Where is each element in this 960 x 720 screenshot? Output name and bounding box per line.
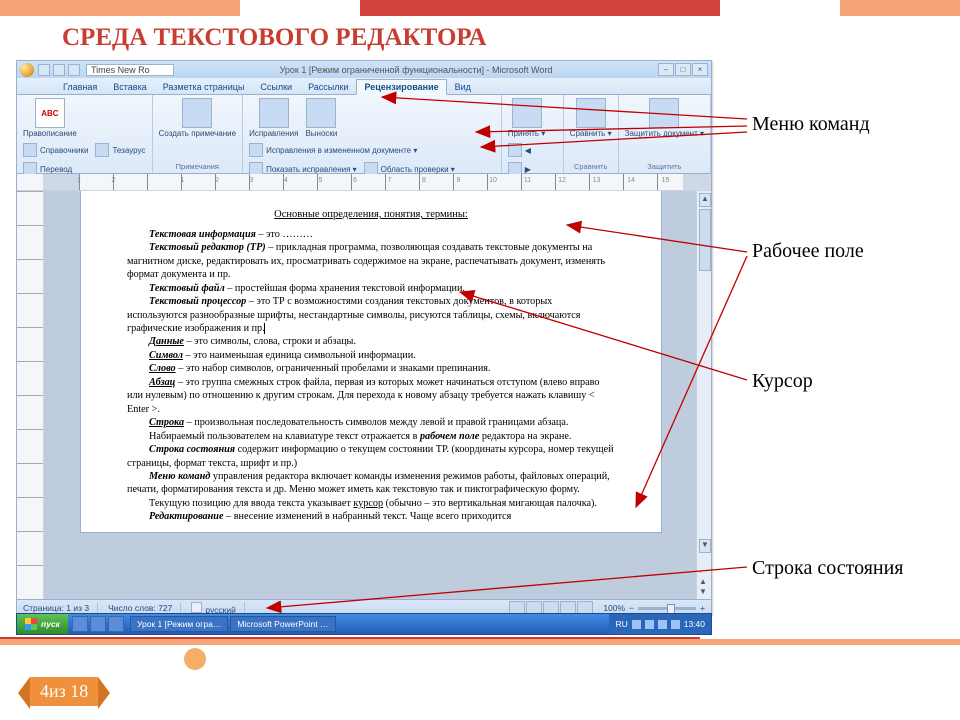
- qat-save-icon[interactable]: [38, 64, 50, 76]
- slide-title: СРЕДА ТЕКСТОВОГО РЕДАКТОРА: [62, 24, 487, 52]
- tab-ссылки[interactable]: Ссылки: [252, 79, 300, 94]
- ribbon-button[interactable]: Исправления в измененном документе ▾: [247, 142, 419, 158]
- label-cursor: Курсор: [752, 370, 813, 393]
- ribbon-button[interactable]: Создать примечание: [157, 97, 239, 139]
- ribbon-button[interactable]: Принять ▾: [506, 97, 548, 139]
- title-bar: Times New Ro Урок 1 [Режим ограниченной …: [17, 61, 711, 78]
- ribbon-button[interactable]: Тезаурус: [93, 142, 147, 158]
- ribbon-button[interactable]: Исправления: [247, 97, 300, 139]
- status-page[interactable]: Страница: 1 из 3: [23, 603, 98, 613]
- label-statusbar: Строка состояния: [752, 557, 904, 580]
- ruler-horizontal[interactable]: 1212345678910111213141516: [17, 174, 711, 191]
- maximize-button[interactable]: □: [675, 63, 691, 76]
- work-area: Основные определения, понятия, термины: …: [17, 191, 711, 599]
- quicklaunch-icon[interactable]: [108, 616, 124, 632]
- ribbon-button[interactable]: Сравнить ▾: [568, 97, 614, 139]
- system-tray[interactable]: RU 13:40: [609, 614, 711, 634]
- taskbar-item-word[interactable]: Урок 1 [Режим огра…: [130, 616, 228, 632]
- minimize-button[interactable]: –: [658, 63, 674, 76]
- windows-logo-icon: [25, 618, 37, 630]
- tab-рассылки[interactable]: Рассылки: [300, 79, 356, 94]
- word-window: Times New Ro Урок 1 [Режим ограниченной …: [16, 60, 712, 615]
- status-words[interactable]: Число слов: 727: [108, 603, 181, 613]
- ribbon-tabs: ГлавнаяВставкаРазметка страницыСсылкиРас…: [17, 78, 711, 95]
- ribbon-button[interactable]: ◀: [506, 142, 533, 158]
- label-workarea: Рабочее поле: [752, 240, 864, 263]
- tab-вставка[interactable]: Вставка: [105, 79, 154, 94]
- ribbon: ABCПравописаниеСправочникиТезаурусПерево…: [17, 95, 711, 174]
- page-counter: 4из 18: [30, 677, 98, 706]
- window-title: Урок 1 [Режим ограниченной функционально…: [174, 65, 658, 75]
- ruler-vertical[interactable]: [17, 191, 44, 599]
- office-button-icon[interactable]: [20, 63, 34, 77]
- taskbar-item-powerpoint[interactable]: Microsoft PowerPoint …: [230, 616, 335, 632]
- ribbon-button[interactable]: ABCПравописание: [21, 97, 79, 139]
- decorative-circle: [184, 648, 206, 670]
- doc-heading: Основные определения, понятия, термины:: [127, 208, 615, 222]
- quicklaunch-icon[interactable]: [90, 616, 106, 632]
- start-button[interactable]: пуск: [17, 614, 68, 634]
- tab-рецензирование[interactable]: Рецензирование: [356, 79, 446, 95]
- tab-вид[interactable]: Вид: [447, 79, 479, 94]
- zoom-control[interactable]: 100% −+: [603, 603, 705, 613]
- document-page[interactable]: Основные определения, понятия, термины: …: [80, 191, 662, 533]
- ribbon-button[interactable]: Справочники: [21, 142, 90, 158]
- close-button[interactable]: ×: [692, 63, 708, 76]
- ribbon-button[interactable]: Защитить документ ▾: [623, 97, 706, 139]
- qat-undo-icon[interactable]: [53, 64, 65, 76]
- label-menu: Меню команд: [752, 113, 870, 136]
- tab-разметка страницы[interactable]: Разметка страницы: [155, 79, 253, 94]
- taskbar: пуск Урок 1 [Режим огра… Microsoft Power…: [16, 613, 712, 635]
- qat-redo-icon[interactable]: [68, 64, 80, 76]
- tab-главная[interactable]: Главная: [55, 79, 105, 94]
- quicklaunch-icon[interactable]: [72, 616, 88, 632]
- qat-font-combo[interactable]: Times New Ro: [86, 64, 174, 76]
- scrollbar-vertical[interactable]: ▲▼ ◦▲▼: [696, 191, 711, 599]
- ribbon-button[interactable]: Выноски: [303, 97, 339, 139]
